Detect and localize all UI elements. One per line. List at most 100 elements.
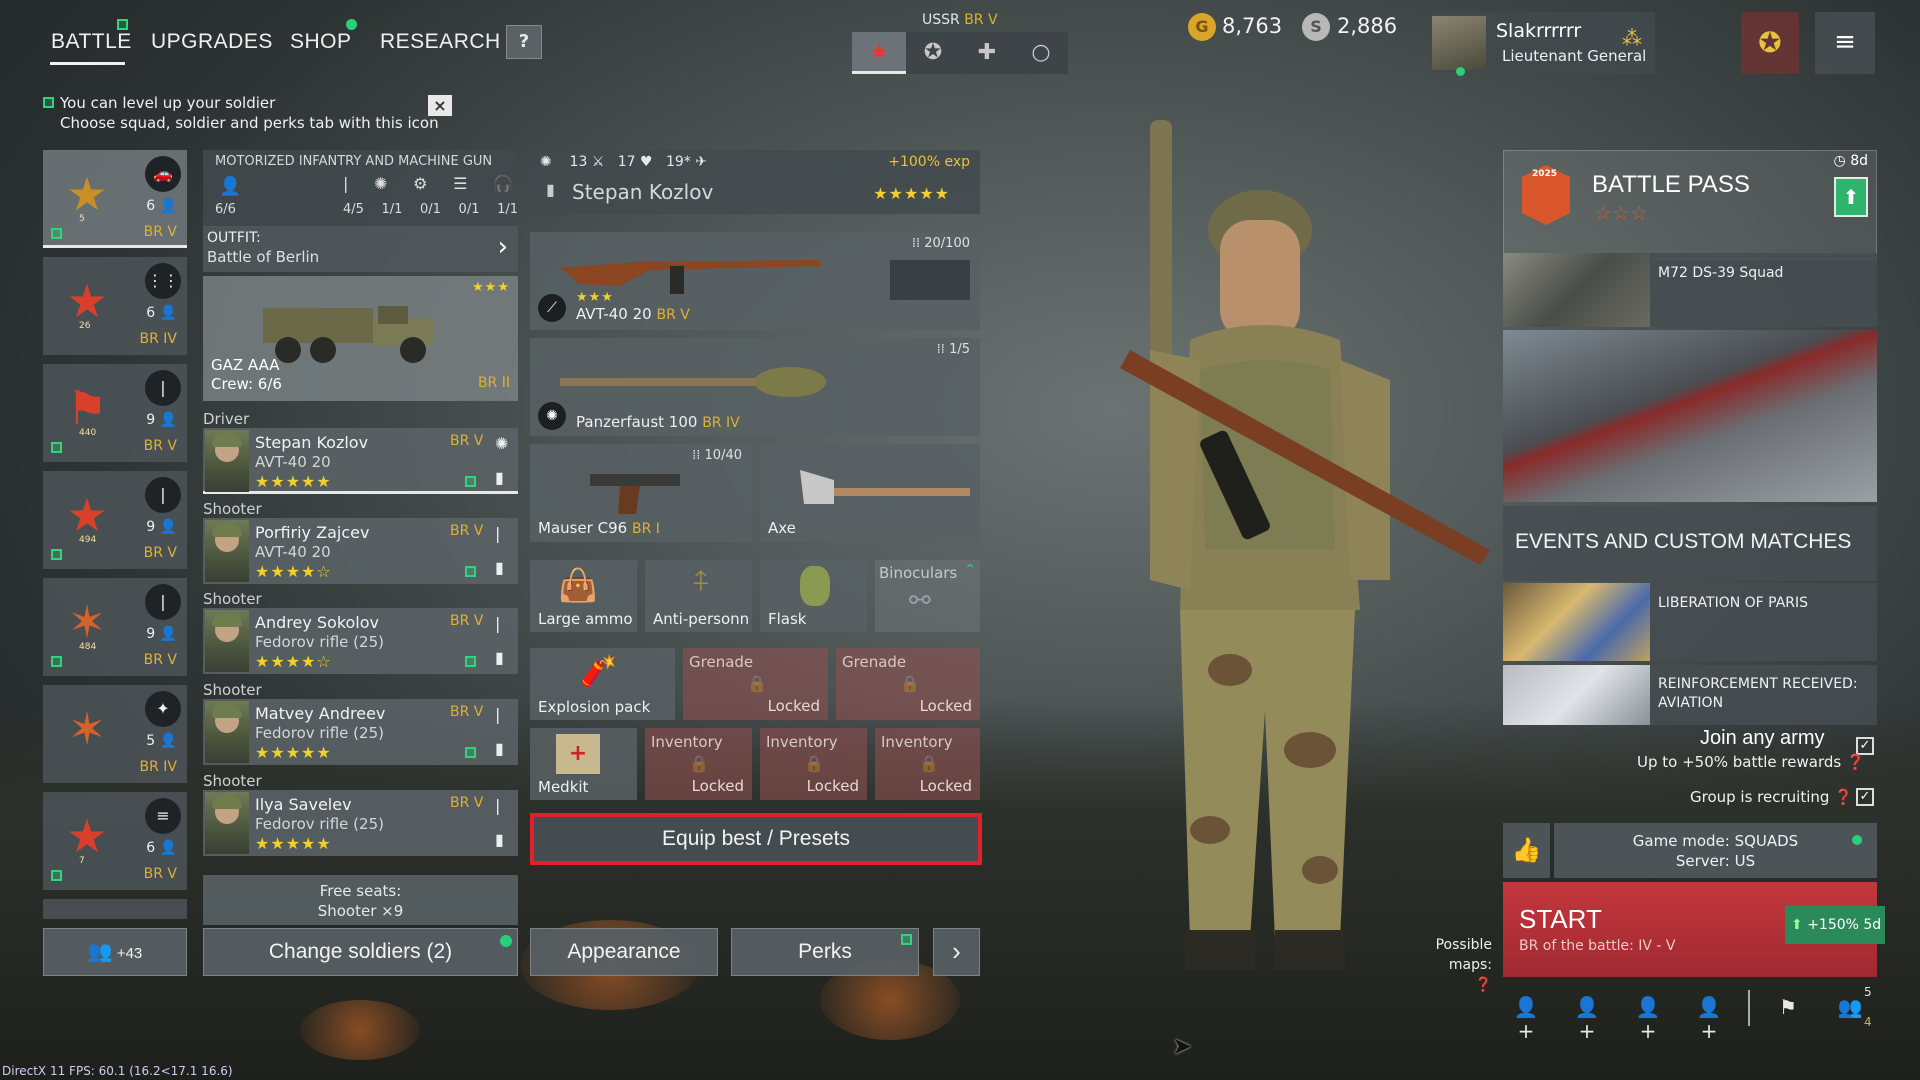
nation-tab-germany[interactable]: ✚: [960, 32, 1014, 74]
upgrade-weapon-icon[interactable]: ⟋: [538, 294, 566, 322]
tab-upgrades[interactable]: UPGRADES: [151, 30, 273, 54]
soldier-name: Andrey Sokolov: [255, 613, 379, 632]
rifle-badge-icon: |: [145, 477, 181, 513]
item-slot[interactable]: ⍏ Anti-personn: [645, 560, 752, 632]
group-recruiting-checkbox[interactable]: ✓: [1856, 788, 1874, 806]
outfit-name: Battle of Berlin: [207, 248, 320, 266]
medal-button[interactable]: ✪: [1741, 12, 1799, 74]
soldier-row[interactable]: Andrey Sokolov Fedorov rifle (25) ★★★★☆ …: [203, 608, 518, 674]
game-mode-label: Game mode: SQUADS: [1632, 832, 1799, 850]
help-circle-icon[interactable]: ❓: [1834, 788, 1853, 806]
flag-button[interactable]: ⚑: [1768, 995, 1808, 1025]
melee-slot[interactable]: Axe: [760, 444, 980, 542]
squad-card[interactable]: ✶ ✦ 5 👤 BR IV: [43, 685, 187, 783]
like-button[interactable]: 👍: [1503, 823, 1550, 878]
explosion-pack-slot[interactable]: 🧨 Explosion pack: [530, 648, 675, 720]
close-tip-button[interactable]: ×: [428, 95, 452, 116]
inventory-slot-locked[interactable]: Inventory 🔒 Locked: [875, 728, 980, 800]
menu-button[interactable]: ≡: [1815, 12, 1875, 74]
ammo-icon: ▮: [495, 468, 504, 487]
help-circle-icon[interactable]: ❓: [1475, 977, 1492, 993]
lock-icon: 🔒: [919, 754, 939, 773]
outfit-selector[interactable]: OUTFIT: Battle of Berlin ›: [203, 226, 518, 272]
battle-pass-card[interactable]: 2025 BATTLE PASS ☆☆☆ ◷ 8d ⬆: [1503, 150, 1877, 260]
equip-best-button[interactable]: Equip best / Presets: [530, 813, 982, 865]
game-mode-selector[interactable]: Game mode: SQUADS Server: US: [1554, 823, 1877, 878]
invite-player-button[interactable]: 👤+: [1506, 995, 1546, 1043]
event-item[interactable]: REINFORCEMENT RECEIVED: AVIATION: [1503, 665, 1877, 725]
squad-card[interactable]: ✶ 484 | 9 👤 BR V: [43, 578, 187, 676]
soldier-row[interactable]: Matvey Andreev Fedorov rifle (25) ★★★★★ …: [203, 699, 518, 765]
change-soldiers-button[interactable]: Change soldiers (2): [203, 928, 518, 976]
battle-pass-banner[interactable]: [1503, 330, 1877, 502]
event-name: LIBERATION OF PARIS: [1658, 595, 1809, 611]
nation-tab-ussr[interactable]: ★: [852, 32, 906, 74]
inventory-slot-locked[interactable]: Inventory 🔒 Locked: [760, 728, 867, 800]
bayonet-thumbnail[interactable]: [890, 260, 970, 300]
primary-weapon-slot[interactable]: ⁞⁞ 20/100 ★★★ ⟋ AVT-40 20 BR V: [530, 232, 980, 330]
squad-card-partial[interactable]: [43, 899, 187, 919]
grenade-slot-locked[interactable]: Grenade 🔒 Locked: [836, 648, 980, 720]
rifle-icon: |: [495, 614, 501, 633]
squad-card[interactable]: ⚑ 440 | 9 👤 BR V: [43, 364, 187, 462]
perks-button[interactable]: Perks: [731, 928, 919, 976]
tab-research[interactable]: RESEARCH: [380, 30, 501, 54]
soldier-stars: ★★★★☆: [255, 652, 332, 671]
tab-battle[interactable]: BATTLE: [51, 30, 132, 54]
soldier-br: BR V: [450, 433, 484, 449]
soldier-row[interactable]: Stepan Kozlov AVT-40 20 ★★★★★ BR V ✺ ▮: [203, 428, 518, 494]
invite-player-button[interactable]: 👤+: [1628, 995, 1668, 1043]
invite-player-button[interactable]: 👤+: [1567, 995, 1607, 1043]
item-slot[interactable]: Flask: [760, 560, 867, 632]
squad-count: 6 👤: [146, 840, 177, 856]
soldier-br: BR V: [450, 795, 484, 811]
slot-count: 1/1: [381, 202, 403, 217]
divider: [1748, 990, 1750, 1026]
events-title[interactable]: EVENTS AND CUSTOM MATCHES: [1503, 506, 1877, 581]
player-card[interactable]: Slakrrrrrr Lieutenant General ⁂: [1430, 12, 1655, 76]
soldier-weapon: Fedorov rifle (25): [255, 724, 384, 742]
soldier-name: Matvey Andreev: [255, 704, 386, 723]
squad-count: 9 👤: [146, 626, 177, 642]
nation-tab-allies[interactable]: ✪: [906, 32, 960, 74]
soldier-stars: ★★★★☆: [255, 562, 332, 581]
help-button[interactable]: ?: [506, 25, 542, 59]
soldier-row[interactable]: Ilya Savelev Fedorov rifle (25) ★★★★★ BR…: [203, 790, 518, 856]
squad-card[interactable]: ★ 5 🚗 6 👤 BR V: [43, 150, 187, 248]
secondary-weapon-slot[interactable]: ⁞⁞ 1/5 ✺ Panzerfaust 100 BR IV: [530, 338, 980, 436]
cross-icon: ✚: [977, 40, 997, 65]
item-name: Large ammo: [538, 610, 633, 628]
help-circle-icon[interactable]: ❓: [1846, 753, 1865, 771]
binoculars-slot[interactable]: Binoculars ⌃ ⚯: [875, 560, 980, 632]
squad-count: 5 👤: [146, 733, 177, 749]
tab-shop[interactable]: SHOP: [290, 30, 352, 54]
soldier-row[interactable]: Porfiriy Zajcev AVT-40 20 ★★★★☆ BR V | ▮: [203, 518, 518, 584]
melee-name: Axe: [768, 519, 796, 537]
item-slot[interactable]: 👜 Large ammo: [530, 560, 637, 632]
appearance-button[interactable]: Appearance: [530, 928, 718, 976]
level-up-arrow-icon[interactable]: ⬆: [1834, 177, 1868, 217]
rifle-icon: |: [495, 796, 501, 815]
tip-square-icon: [43, 97, 54, 108]
inventory-slot-locked[interactable]: Inventory 🔒 Locked: [645, 728, 752, 800]
notification-dot-icon: [500, 935, 512, 947]
sidearm-slot[interactable]: ⁞⁞ 10/40 Mauser C96 BR I: [530, 444, 752, 542]
invite-player-button[interactable]: 👤+: [1689, 995, 1729, 1043]
squad-card[interactable]: ★ 7 ≡ 6 👤 BR V: [43, 792, 187, 890]
medkit-slot[interactable]: + Medkit: [530, 728, 637, 800]
battle-pass-reward[interactable]: M72 DS-39 Squad: [1503, 253, 1877, 327]
squad-emblem-icon: ✶: [67, 702, 107, 756]
group-recruiting-label: Group is recruiting ❓: [1690, 788, 1853, 806]
squad-card[interactable]: ★ 494 | 9 👤 BR V: [43, 471, 187, 569]
mine-icon: ⍏: [693, 564, 710, 597]
squad-card[interactable]: ★ 26 ⋮⋮ 6 👤 BR IV: [43, 257, 187, 355]
vehicle-card[interactable]: ★★★ GAZ AAA Crew: 6/6 BR II: [203, 276, 518, 401]
event-item[interactable]: LIBERATION OF PARIS: [1503, 583, 1877, 661]
grenade-slot-locked[interactable]: Grenade 🔒 Locked: [683, 648, 828, 720]
soldier-portrait: [205, 610, 249, 672]
active-tab-indicator: [50, 62, 125, 65]
reserve-button[interactable]: 👥 +43: [43, 928, 187, 976]
next-button[interactable]: ›: [933, 928, 980, 976]
nation-tab-japan[interactable]: ○: [1014, 32, 1068, 74]
lock-icon: 🔒: [689, 754, 709, 773]
